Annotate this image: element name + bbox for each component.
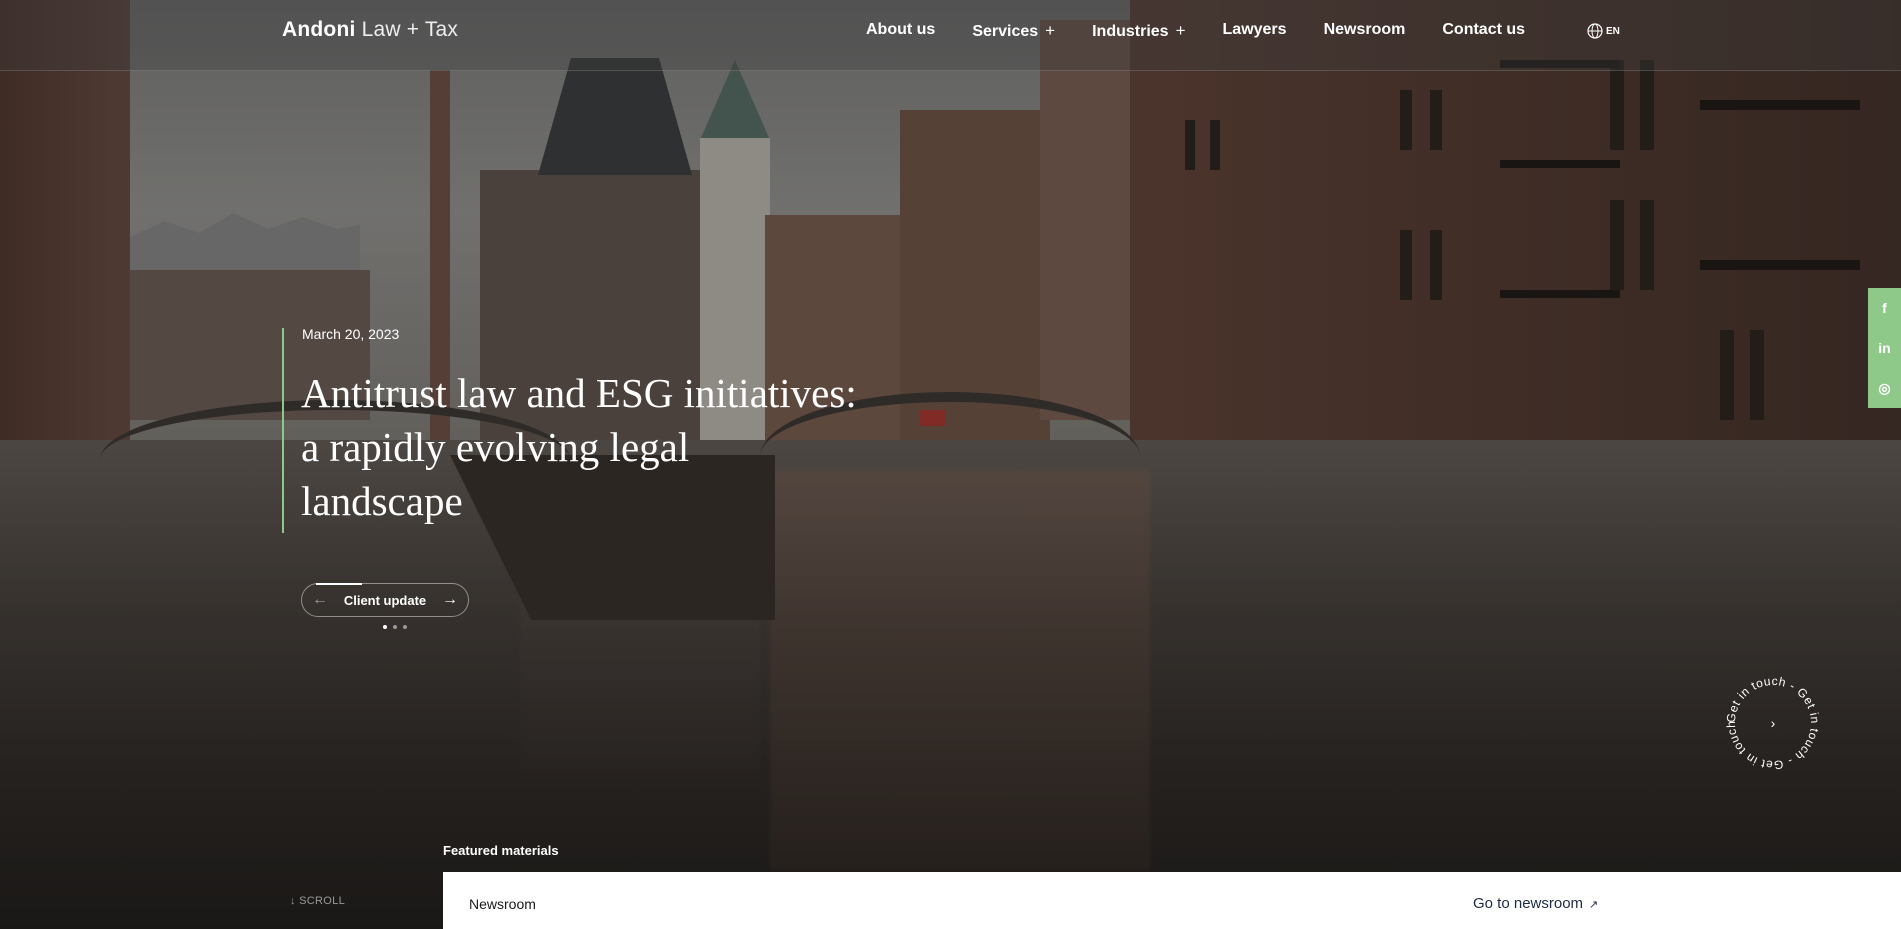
chevron-right-icon: ›: [1771, 715, 1776, 731]
featured-panel: Newsroom Go to newsroom ↗: [443, 872, 1901, 929]
arrow-left-icon[interactable]: ←: [312, 591, 328, 609]
nav-services[interactable]: Services +: [972, 21, 1055, 41]
logo-suffix: Law + Tax: [361, 18, 459, 41]
slider-control: ← Client update →: [301, 583, 469, 617]
nav-lawyers[interactable]: Lawyers: [1223, 21, 1287, 41]
scroll-label: SCROLL: [299, 895, 345, 907]
nav-label: Industries: [1092, 23, 1169, 40]
nav-newsroom[interactable]: Newsroom: [1324, 21, 1406, 41]
nav-label: Lawyers: [1222, 21, 1287, 38]
slide-progress-bar: [316, 583, 362, 585]
slider-dots: [383, 625, 407, 629]
hero-title-line: landscape: [301, 478, 463, 524]
site-logo[interactable]: Andoni Law + Tax: [282, 18, 458, 42]
featured-panel-title: Newsroom: [469, 896, 536, 912]
nav-label: About us: [866, 21, 936, 38]
language-label: EN: [1606, 25, 1620, 37]
go-to-newsroom-link[interactable]: Go to newsroom ↗: [1473, 895, 1598, 912]
arrow-down-icon: ↓: [290, 895, 296, 907]
scroll-indicator[interactable]: ↓ SCROLL: [290, 895, 345, 907]
hero-title[interactable]: Antitrust law and ESG initiatives: a rap…: [301, 366, 901, 528]
get-in-touch-ring: Get in touch - Get in touch - Get in tou…: [1720, 661, 1822, 772]
hero-background-image: [0, 0, 1901, 929]
nav-contact-us[interactable]: Contact us: [1442, 21, 1525, 41]
hero-title-line: Antitrust law and ESG initiatives:: [301, 370, 857, 416]
facebook-icon[interactable]: f: [1868, 288, 1901, 328]
logo-brand: Andoni: [282, 18, 356, 41]
plus-icon: +: [1045, 21, 1056, 40]
globe-icon: [1587, 23, 1603, 39]
arrow-up-right-icon: ↗: [1589, 899, 1599, 911]
nav-label: Services: [972, 23, 1039, 40]
social-bar: f in ◎: [1868, 288, 1901, 408]
hero-title-line: a rapidly evolving legal: [301, 424, 690, 470]
arrow-right-icon[interactable]: →: [442, 591, 458, 609]
language-switcher[interactable]: EN: [1587, 23, 1620, 39]
get-in-touch-button[interactable]: Get in touch - Get in touch - Get in tou…: [1720, 661, 1824, 774]
featured-heading: Featured materials: [443, 843, 559, 858]
nav-label: Newsroom: [1323, 21, 1406, 38]
slider-dot-2[interactable]: [393, 625, 397, 629]
plus-icon: +: [1175, 21, 1186, 40]
slider-dot-3[interactable]: [403, 625, 407, 629]
main-nav: About us Services + Industries + Lawyers N…: [866, 21, 1562, 41]
nav-industries[interactable]: Industries +: [1092, 21, 1185, 41]
slide-category[interactable]: Client update: [344, 593, 426, 608]
instagram-icon[interactable]: ◎: [1868, 368, 1901, 408]
go-to-newsroom-label: Go to newsroom: [1473, 895, 1584, 912]
linkedin-icon[interactable]: in: [1868, 328, 1901, 368]
hero-accent-line: [282, 328, 284, 533]
slider-dot-1[interactable]: [383, 625, 387, 629]
nav-label: Contact us: [1442, 21, 1526, 38]
hero-date: March 20, 2023: [302, 326, 400, 342]
nav-about-us[interactable]: About us: [866, 21, 935, 41]
